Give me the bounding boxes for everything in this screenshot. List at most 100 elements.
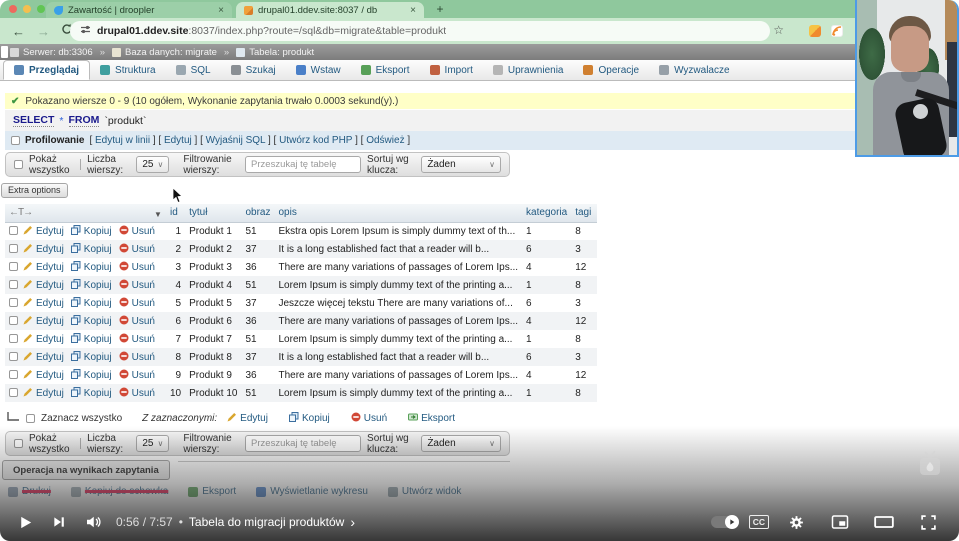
extension-icon[interactable]: [809, 25, 821, 37]
copy-link[interactable]: Kopiuj: [70, 368, 112, 382]
check-all-checkbox[interactable]: [26, 414, 35, 423]
delete-link[interactable]: Usuń: [119, 243, 155, 256]
pma-tab-import[interactable]: Import: [420, 60, 483, 80]
breadcrumb-item[interactable]: Tabela: produkt: [236, 47, 314, 58]
settings-gear-icon[interactable]: [779, 507, 813, 537]
back-icon[interactable]: ←: [12, 25, 25, 38]
zoom-window-icon[interactable]: [37, 5, 45, 13]
delete-link[interactable]: Usuń: [119, 351, 155, 364]
copy-link[interactable]: Kopiuj: [70, 386, 112, 400]
minimize-window-icon[interactable]: [23, 5, 31, 13]
edit-link[interactable]: Edytuj: [23, 351, 64, 364]
breadcrumb-item[interactable]: Serwer: db:3306: [10, 47, 93, 58]
row-checkbox[interactable]: [9, 351, 18, 361]
column-header-opis[interactable]: opis: [274, 204, 523, 223]
close-window-icon[interactable]: [9, 5, 17, 13]
bookmark-star-icon[interactable]: ☆: [773, 23, 784, 37]
column-options-icon[interactable]: ←T→: [9, 207, 33, 218]
row-checkbox[interactable]: [9, 315, 18, 325]
edit-link[interactable]: Edytuj: [23, 333, 64, 346]
copy-link[interactable]: Kopiuj: [70, 224, 112, 238]
extra-options-button[interactable]: Extra options: [1, 183, 68, 198]
rss-extension-icon[interactable]: [831, 25, 843, 37]
delete-link[interactable]: Usuń: [119, 297, 155, 310]
pma-tab-przeglądaj[interactable]: Przeglądaj: [3, 60, 91, 80]
close-tab-icon[interactable]: ×: [410, 5, 416, 16]
delete-link[interactable]: Usuń: [119, 261, 155, 274]
close-tab-icon[interactable]: ×: [218, 5, 224, 16]
delete-link[interactable]: Usuń: [119, 333, 155, 346]
next-button[interactable]: [42, 507, 76, 537]
fullscreen-button[interactable]: [911, 507, 945, 537]
actions-header[interactable]: ←T→ ▼: [5, 204, 166, 223]
column-header-kategoria[interactable]: kategoria: [522, 204, 572, 223]
row-checkbox[interactable]: [9, 279, 18, 289]
edit-link[interactable]: Edytuj: [23, 297, 64, 310]
row-checkbox[interactable]: [9, 225, 18, 235]
profiling-link[interactable]: Odśwież: [366, 135, 404, 146]
export-link[interactable]: Eksport: [408, 412, 455, 425]
miniplayer-button[interactable]: [823, 507, 857, 537]
show-all-checkbox[interactable]: [14, 160, 23, 169]
row-checkbox[interactable]: [9, 243, 18, 253]
delete-link[interactable]: Usuń: [119, 279, 155, 292]
delete-link[interactable]: Usuń: [119, 369, 155, 382]
url-bar[interactable]: drupal01.ddev.site:8037/index.php?route=…: [70, 21, 770, 41]
row-checkbox[interactable]: [9, 261, 18, 271]
profiling-link[interactable]: Edytuj: [164, 135, 192, 146]
row-checkbox[interactable]: [9, 387, 18, 397]
copy-link[interactable]: Kopiuj: [70, 242, 112, 256]
browser-tab-droopler[interactable]: Zawartość | droopler ×: [46, 2, 232, 18]
delete-link[interactable]: Usuń: [119, 315, 155, 328]
rows-count-select[interactable]: 25∨: [136, 156, 170, 173]
edit-link[interactable]: Edytuj: [23, 261, 64, 274]
profiling-link[interactable]: Edytuj w linii: [95, 135, 150, 146]
copy-link[interactable]: Kopiuj: [70, 332, 112, 346]
row-checkbox[interactable]: [9, 333, 18, 343]
column-header-tytul[interactable]: tytuł: [185, 204, 242, 223]
copy-link[interactable]: Kopiuj: [70, 260, 112, 274]
profiling-checkbox[interactable]: [11, 136, 20, 145]
profiling-link[interactable]: Utwórz kod PHP: [279, 135, 352, 146]
column-header-obraz[interactable]: obraz: [241, 204, 275, 223]
pma-tab-operacje[interactable]: Operacje: [573, 60, 649, 80]
copy-link[interactable]: Kopiuj: [70, 314, 112, 328]
edit-link[interactable]: Edytuj: [23, 279, 64, 292]
forward-icon[interactable]: →: [37, 25, 50, 38]
edit-link[interactable]: Edytuj: [227, 412, 268, 425]
copy-link[interactable]: Kopiuj: [70, 278, 112, 292]
play-button[interactable]: [8, 507, 42, 537]
column-header-tagi[interactable]: tagi: [571, 204, 598, 223]
captions-button[interactable]: CC: [748, 515, 769, 529]
new-tab-button[interactable]: +: [432, 2, 448, 18]
pma-tab-wyzwalacze[interactable]: Wyzwalacze: [649, 60, 739, 80]
edit-link[interactable]: Edytuj: [23, 315, 64, 328]
copy-link[interactable]: Kopiuj: [70, 350, 112, 364]
pma-tab-eksport[interactable]: Eksport: [351, 60, 420, 80]
row-checkbox[interactable]: [9, 369, 18, 379]
delete-link[interactable]: Usuń: [119, 387, 155, 400]
copy-link[interactable]: Kopiuj: [70, 296, 112, 310]
channel-watermark-icon[interactable]: [917, 450, 943, 483]
pma-tab-uprawnienia[interactable]: Uprawnienia: [483, 60, 574, 80]
pma-tab-szukaj[interactable]: Szukaj: [221, 60, 286, 80]
pma-tab-struktura[interactable]: Struktura: [90, 60, 166, 80]
volume-icon[interactable]: [76, 507, 110, 537]
profiling-link[interactable]: Wyjaśnij SQL: [206, 135, 266, 146]
delete-link[interactable]: Usuń: [119, 225, 155, 238]
chapter-title[interactable]: Tabela do migracji produktów: [189, 515, 344, 529]
edit-link[interactable]: Edytuj: [23, 243, 64, 256]
edit-link[interactable]: Edytuj: [23, 225, 64, 238]
chapter-chevron-icon[interactable]: ›: [350, 514, 355, 530]
autoplay-toggle[interactable]: [710, 515, 739, 529]
pma-tab-wstaw[interactable]: Wstaw: [286, 60, 351, 80]
copy-link[interactable]: Kopiuj: [288, 412, 330, 425]
browser-tab-phpmyadmin[interactable]: drupal01.ddev.site:8037 / db ×: [236, 2, 424, 18]
table-search-input[interactable]: [245, 156, 362, 173]
delete-link[interactable]: Usuń: [351, 412, 387, 425]
theater-mode-button[interactable]: [867, 507, 901, 537]
row-checkbox[interactable]: [9, 297, 18, 307]
edit-link[interactable]: Edytuj: [23, 387, 64, 400]
pma-tab-sql[interactable]: SQL: [166, 60, 221, 80]
breadcrumb-item[interactable]: Baza danych: migrate: [112, 47, 217, 58]
